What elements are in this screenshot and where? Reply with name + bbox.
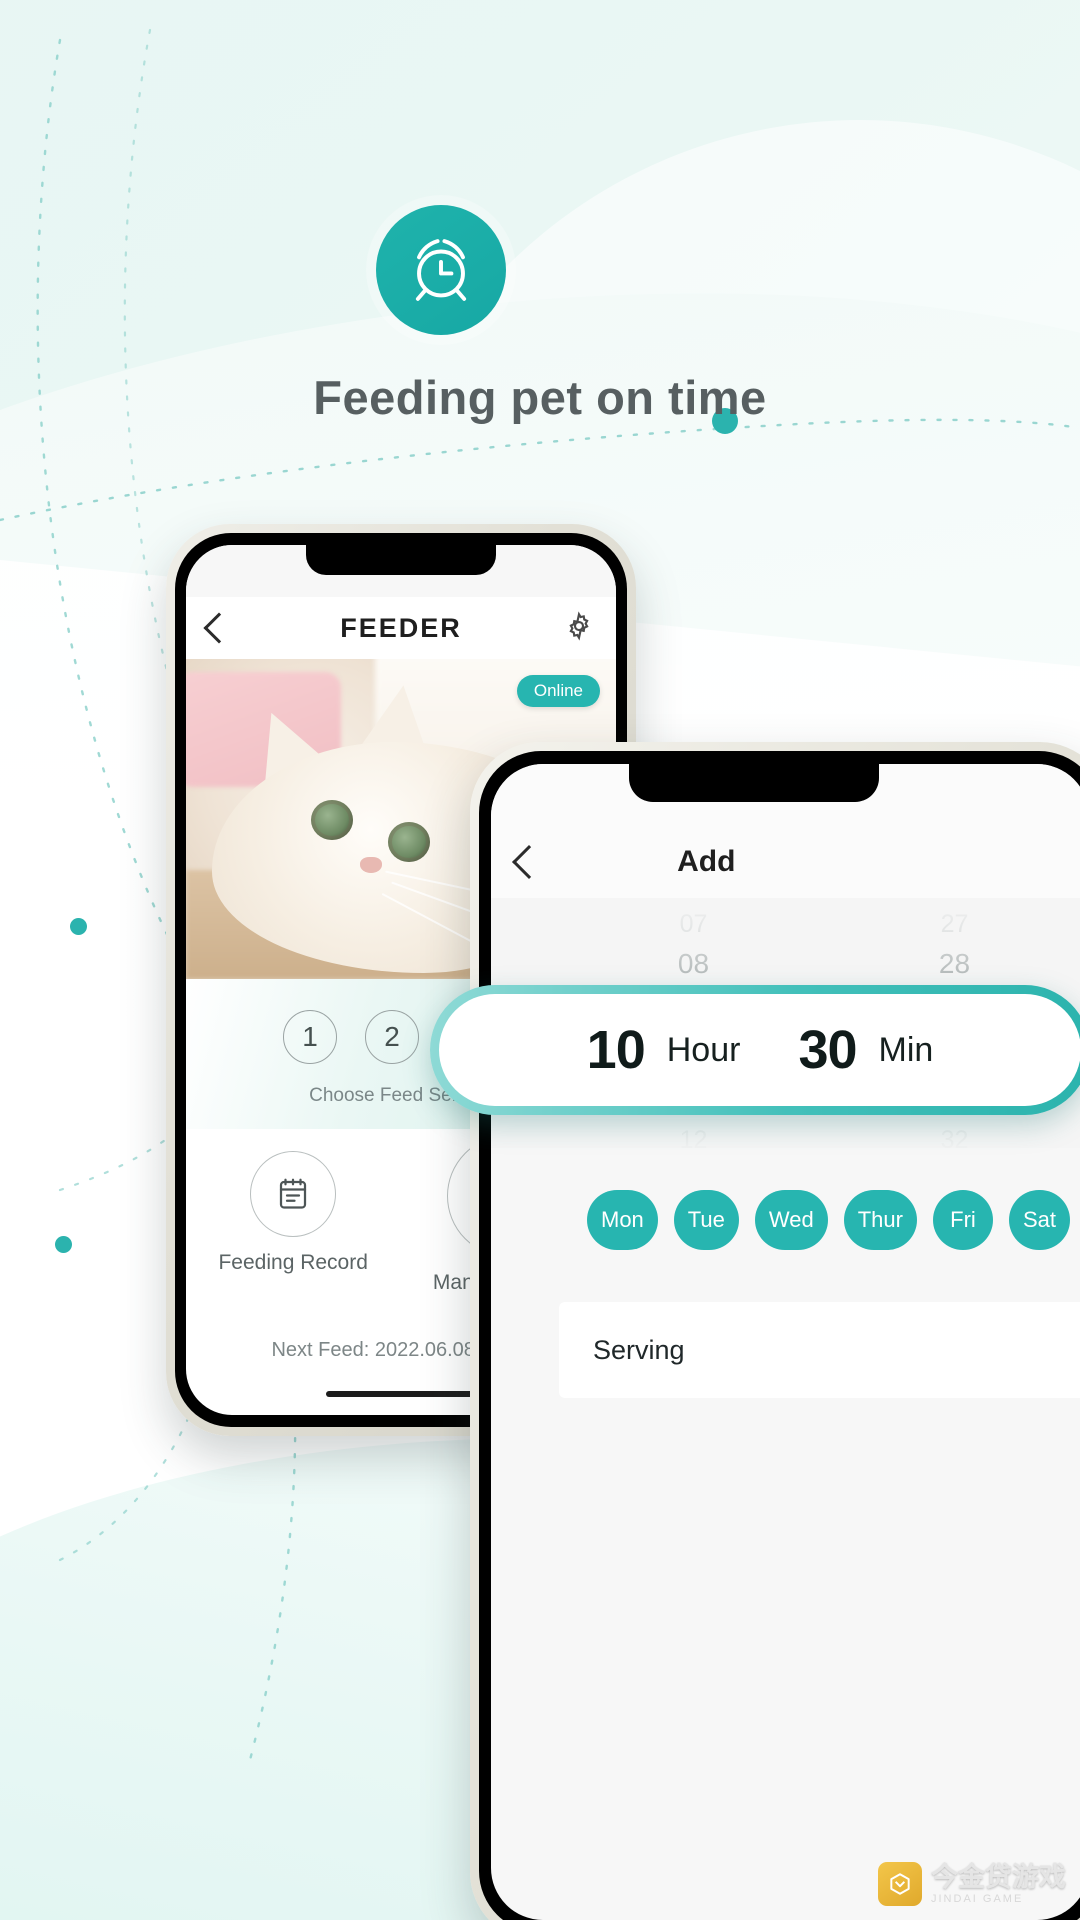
selected-time-capsule[interactable]: 10 Hour 30 Min	[430, 985, 1080, 1115]
phone-add-schedule: Add 07 08 09 10 11 12 27	[470, 742, 1080, 1920]
weekday-tue[interactable]: Tue	[673, 1190, 739, 1250]
weekday-sat[interactable]: Sat	[1008, 1190, 1071, 1250]
serving-option-1[interactable]: 1	[283, 1010, 337, 1064]
minute-option[interactable]: 32	[941, 1120, 969, 1148]
watermark-logo-icon	[878, 1862, 922, 1906]
hour-option[interactable]: 07	[680, 904, 708, 944]
add-title: Add	[677, 845, 736, 878]
feeder-title: FEEDER	[340, 612, 462, 643]
weekday-thur[interactable]: Thur	[843, 1190, 917, 1250]
serving-option-2[interactable]: 2	[365, 1010, 419, 1064]
decorative-dot-left-a	[70, 918, 87, 935]
watermark-subtitle: JINDAI GAME	[931, 1892, 1024, 1905]
alarm-clock-icon	[376, 205, 506, 335]
serving-row[interactable]: Serving	[559, 1302, 1080, 1398]
minute-option[interactable]: 28	[939, 944, 970, 984]
minute-unit-label: Min	[878, 1030, 934, 1069]
watermark: 今金贷游戏 JINDAI GAME	[878, 1862, 1066, 1906]
status-badge: Online	[516, 675, 600, 707]
home-indicator	[326, 1391, 476, 1397]
watermark-texts: 今金贷游戏 JINDAI GAME	[931, 1862, 1066, 1905]
hour-option[interactable]: 08	[678, 944, 709, 984]
page-title: Feeding pet on time	[313, 371, 767, 424]
hour-option[interactable]: 12	[680, 1120, 708, 1148]
clipboard-record-icon	[250, 1151, 337, 1237]
selected-hour-value: 10	[586, 1020, 646, 1080]
phone-notch	[306, 545, 496, 575]
phone-add-bezel: Add 07 08 09 10 11 12 27	[479, 751, 1080, 1920]
watermark-title: 今金贷游戏	[931, 1862, 1066, 1893]
selected-minute-value: 30	[798, 1020, 857, 1080]
decorative-dot-left-b	[55, 1236, 72, 1253]
add-appbar: Add	[491, 826, 1080, 898]
phone-add-screen: Add 07 08 09 10 11 12 27	[491, 764, 1080, 1920]
feeder-appbar: FEEDER	[186, 597, 616, 659]
weekday-fri[interactable]: Fri	[932, 1190, 993, 1250]
minute-option[interactable]: 27	[941, 904, 969, 944]
hour-unit-label: Hour	[666, 1030, 741, 1069]
gear-icon[interactable]	[564, 610, 594, 646]
promo-screenshot: Feeding pet on time FEEDER Online 1 2 Ch…	[0, 0, 1080, 1920]
cat-eye-left	[310, 799, 353, 840]
feeding-record-action[interactable]: Feeding Record	[218, 1151, 368, 1275]
feeding-record-label: Feeding Record	[218, 1251, 368, 1274]
weekday-wed[interactable]: Wed	[754, 1190, 828, 1250]
phone-notch	[629, 764, 880, 802]
weekday-selector: Mon Tue Wed Thur Fri Sat	[491, 1148, 1080, 1264]
selected-time-inner: 10 Hour 30 Min	[439, 994, 1080, 1106]
cat-eye-right	[388, 822, 431, 863]
weekday-mon[interactable]: Mon	[587, 1190, 658, 1250]
